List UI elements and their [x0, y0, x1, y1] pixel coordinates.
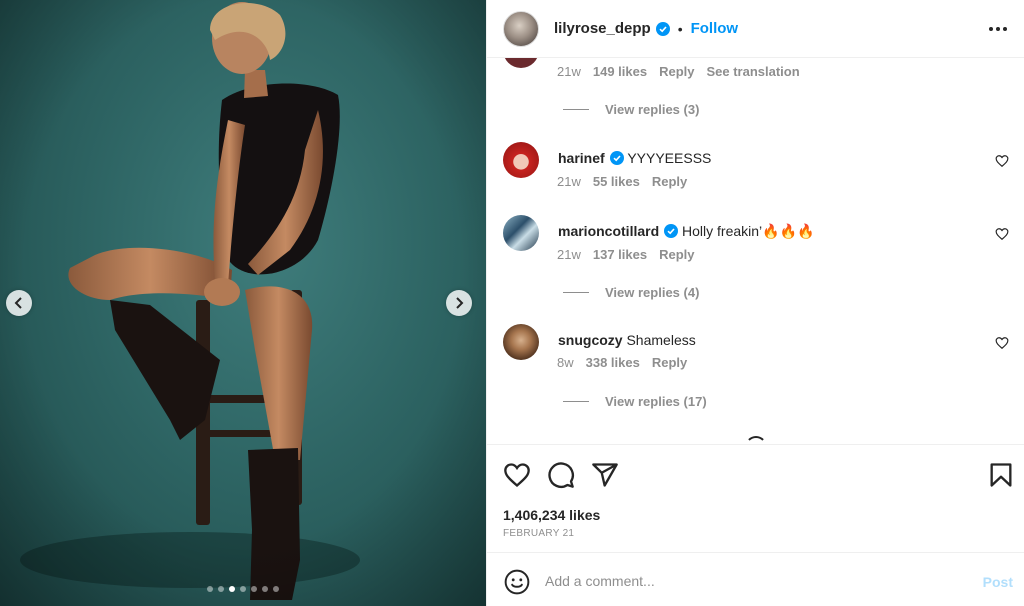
comment-age: 21w	[557, 174, 581, 189]
loading-spinner	[745, 436, 767, 444]
more-options-icon	[989, 27, 1007, 31]
comment-text: harinef YYYYEESSS	[558, 150, 711, 166]
carousel-dot	[262, 586, 268, 592]
view-replies-label: View replies (3)	[605, 102, 700, 117]
comment-body: Holly freakin’🔥🔥🔥	[682, 223, 815, 239]
comment-meta: 21w 137 likes Reply	[557, 247, 694, 262]
verified-badge-icon	[609, 151, 624, 165]
verified-badge-icon	[664, 224, 679, 238]
replies-divider	[563, 401, 589, 402]
header-separator: •	[677, 20, 683, 37]
view-replies-label: View replies (17)	[605, 394, 707, 409]
bookmark-icon[interactable]	[987, 461, 1015, 489]
carousel-dot	[207, 586, 213, 592]
comment-age: 21w	[557, 247, 581, 262]
carousel-indicator	[0, 586, 486, 592]
comment-username[interactable]: harinef	[558, 150, 605, 166]
comment-icon[interactable]	[547, 461, 575, 489]
post-header: lilyrose_depp • Follow	[487, 0, 1024, 58]
carousel-dot	[251, 586, 257, 592]
comment-avatar[interactable]	[503, 142, 539, 178]
post-photo	[0, 0, 486, 606]
author-username[interactable]: lilyrose_depp	[554, 20, 651, 37]
post-actions: 1,406,234 likes FEBRUARY 21	[487, 444, 1024, 552]
comment-avatar[interactable]	[503, 215, 539, 251]
reply-button[interactable]: Reply	[652, 174, 687, 189]
comment-avatar[interactable]	[503, 324, 539, 360]
comment-composer: Post	[487, 552, 1024, 606]
comment-likes[interactable]: 137 likes	[593, 247, 647, 262]
comment-text: marioncotillard Holly freakin’🔥🔥🔥	[558, 223, 814, 240]
view-replies-button[interactable]: View replies (17)	[563, 394, 707, 409]
carousel-dot	[273, 586, 279, 592]
reply-button[interactable]: Reply	[652, 355, 687, 370]
replies-divider	[563, 109, 589, 110]
comment-item: snugcozy Shameless	[503, 324, 1009, 384]
author-avatar[interactable]	[503, 10, 539, 47]
more-options-button[interactable]	[987, 18, 1009, 40]
comment-age: 21w	[557, 64, 581, 79]
comment-meta: 21w 55 likes Reply	[557, 174, 687, 189]
carousel-prev-button[interactable]	[6, 290, 32, 316]
carousel-dot	[240, 586, 246, 592]
like-comment-icon[interactable]	[995, 227, 1009, 241]
heart-icon[interactable]	[503, 461, 531, 489]
comments-list[interactable]: 21w 149 likes Reply See translation View…	[487, 58, 1024, 444]
comment-item: marioncotillard Holly freakin’🔥🔥🔥	[503, 215, 1009, 275]
comment-age: 8w	[557, 355, 574, 370]
reply-button[interactable]: Reply	[659, 247, 694, 262]
post-details-panel: lilyrose_depp • Follow 21w 149 likes Rep…	[486, 0, 1024, 606]
view-replies-button[interactable]: View replies (3)	[563, 102, 699, 117]
comment-body: YYYYEESSS	[627, 150, 712, 166]
carousel-dot	[218, 586, 224, 592]
reply-button[interactable]: Reply	[659, 64, 694, 79]
replies-divider	[563, 292, 589, 293]
carousel-next-button[interactable]	[446, 290, 472, 316]
comment-likes[interactable]: 55 likes	[593, 174, 640, 189]
share-icon[interactable]	[591, 461, 619, 489]
comment-meta: 21w 149 likes Reply See translation	[557, 64, 800, 79]
like-comment-icon[interactable]	[995, 336, 1009, 350]
post-media[interactable]	[0, 0, 486, 606]
see-translation-button[interactable]: See translation	[706, 64, 799, 79]
comment-item: harinef YYYYEESSS	[503, 142, 1009, 202]
follow-button[interactable]: Follow	[691, 20, 739, 37]
like-comment-icon[interactable]	[995, 154, 1009, 168]
verified-badge-icon	[655, 21, 670, 36]
post-comment-button[interactable]: Post	[983, 574, 1013, 590]
carousel-dot	[229, 586, 235, 592]
comment-likes[interactable]: 149 likes	[593, 64, 647, 79]
comment-avatar[interactable]	[503, 58, 539, 68]
chevron-right-icon	[456, 297, 464, 309]
view-replies-label: View replies (4)	[605, 285, 700, 300]
comment-username[interactable]: snugcozy	[558, 332, 623, 348]
comment-likes[interactable]: 338 likes	[586, 355, 640, 370]
view-replies-button[interactable]: View replies (4)	[563, 285, 699, 300]
post-date: FEBRUARY 21	[503, 528, 575, 539]
comment-meta: 8w 338 likes Reply	[557, 355, 687, 370]
comment-username[interactable]: marioncotillard	[558, 223, 659, 239]
emoji-icon[interactable]	[504, 569, 530, 595]
like-count[interactable]: 1,406,234 likes	[503, 507, 600, 523]
comment-input[interactable]	[545, 565, 945, 597]
comment-text: snugcozy Shameless	[558, 332, 696, 348]
comment-body: Shameless	[626, 332, 696, 348]
chevron-left-icon	[14, 297, 22, 309]
